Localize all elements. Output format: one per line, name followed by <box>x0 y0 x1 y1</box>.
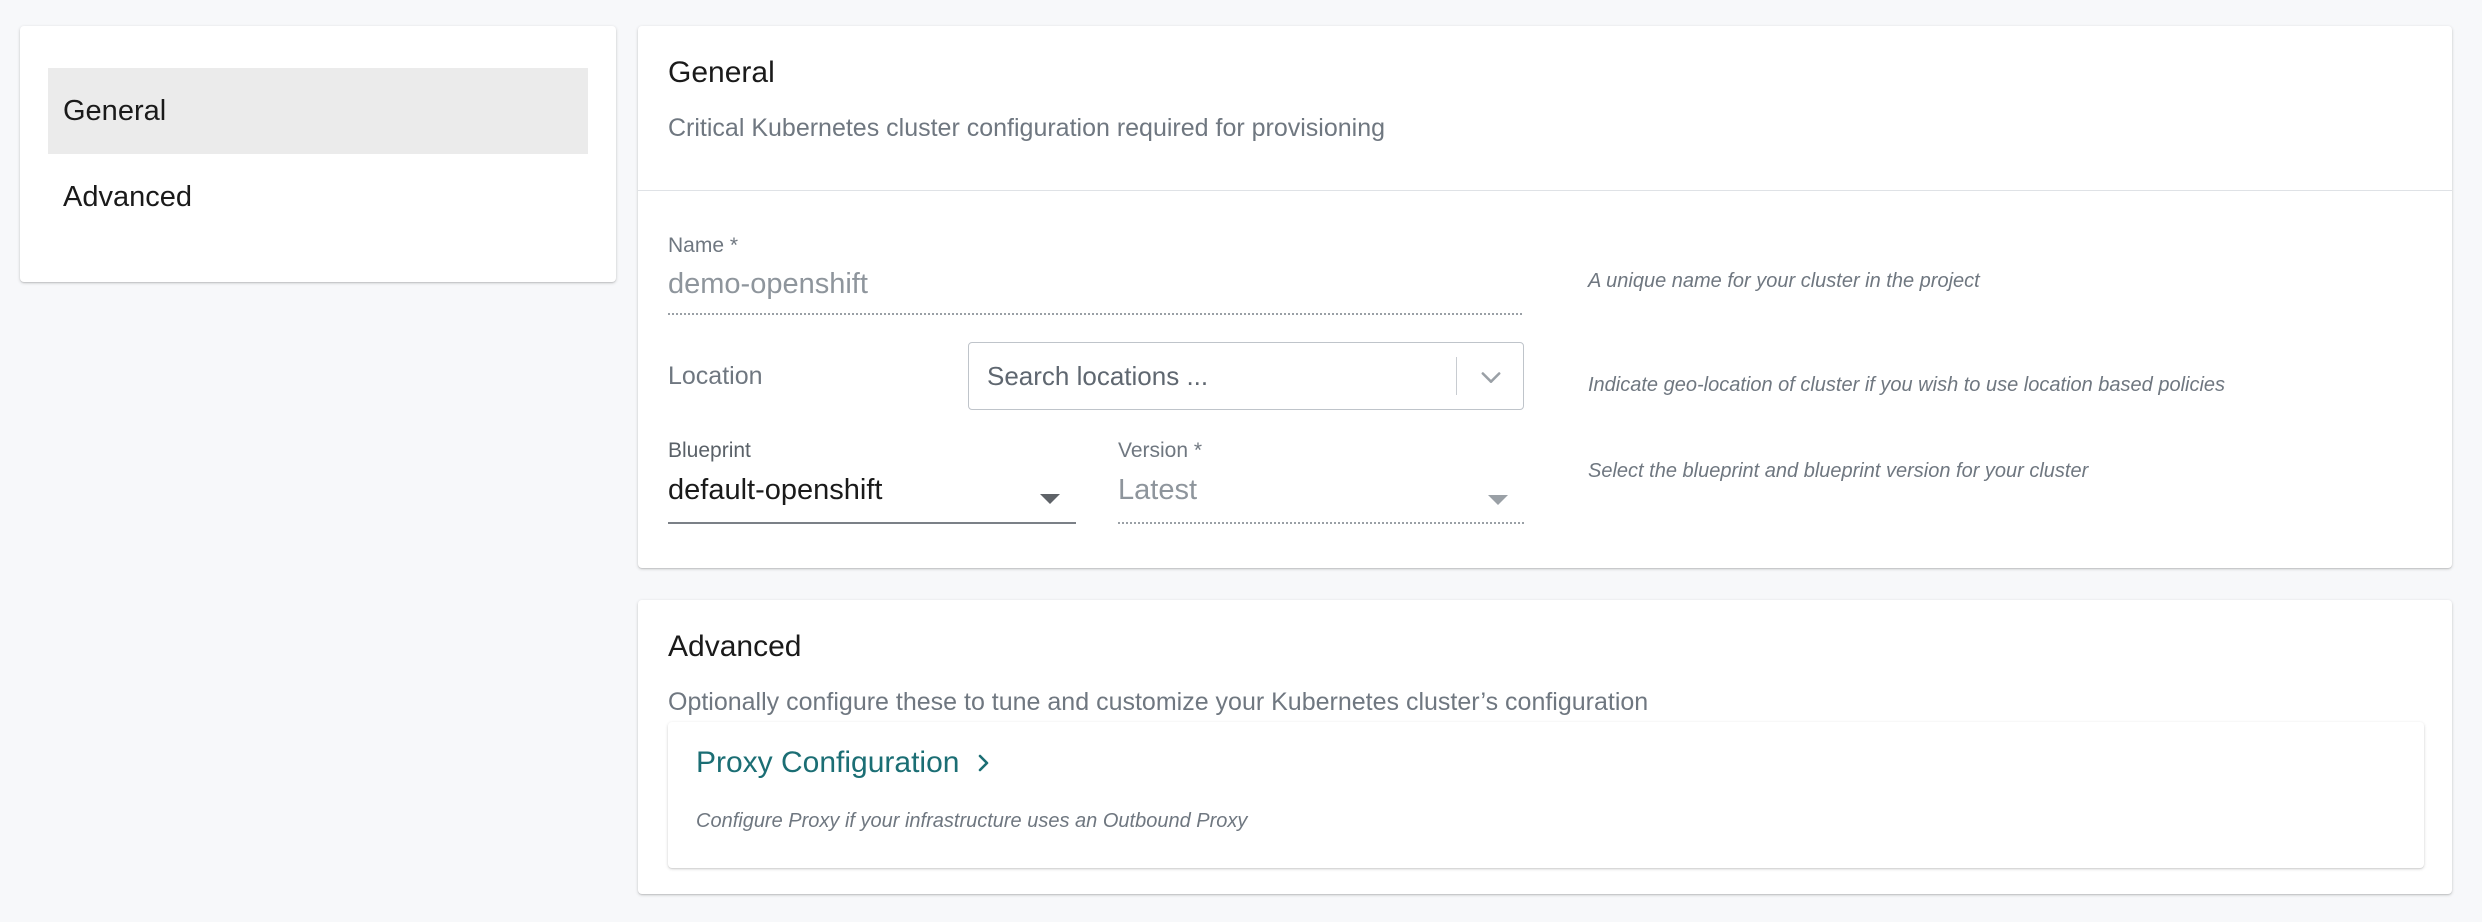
proxy-configuration-label: Proxy Configuration <box>696 746 960 779</box>
location-placeholder: Search locations ... <box>987 361 1209 391</box>
blueprint-value: default-openshift <box>668 474 883 506</box>
general-subtitle: Critical Kubernetes cluster configuratio… <box>668 114 1386 142</box>
advanced-title: Advanced <box>668 630 802 663</box>
proxy-configuration-card: Proxy Configuration Configure Proxy if y… <box>668 722 2424 868</box>
blueprint-hint: Select the blueprint and blueprint versi… <box>1588 460 2089 482</box>
blueprint-select[interactable]: default-openshift <box>668 466 1076 524</box>
name-field[interactable]: demo-openshift <box>668 268 868 301</box>
name-label: Name * <box>668 234 739 257</box>
select-separator <box>1456 357 1457 395</box>
nav-item-general[interactable]: General <box>48 68 588 154</box>
caret-down-icon <box>1488 495 1508 505</box>
nav-item-label: Advanced <box>63 180 192 213</box>
chevron-down-icon[interactable] <box>1477 363 1505 391</box>
section-divider <box>638 190 2452 191</box>
blueprint-label: Blueprint <box>668 439 751 462</box>
proxy-configuration-description: Configure Proxy if your infrastructure u… <box>696 810 1248 832</box>
name-hint: A unique name for your cluster in the pr… <box>1588 270 1980 292</box>
advanced-subtitle: Optionally configure these to tune and c… <box>668 688 1649 716</box>
general-title: General <box>668 56 775 89</box>
location-hint: Indicate geo-location of cluster if you … <box>1588 374 2226 396</box>
chevron-right-icon <box>979 754 989 772</box>
location-search-select[interactable]: Search locations ... <box>968 342 1524 410</box>
caret-down-icon <box>1040 494 1060 504</box>
location-label: Location <box>668 362 763 390</box>
general-section: General Critical Kubernetes cluster conf… <box>638 26 2452 568</box>
version-label: Version * <box>1118 439 1203 462</box>
nav-item-label: General <box>63 94 167 127</box>
proxy-configuration-link[interactable]: Proxy Configuration <box>696 746 995 780</box>
nav-item-advanced[interactable]: Advanced <box>48 154 588 240</box>
advanced-section: Advanced Optionally configure these to t… <box>638 600 2452 894</box>
section-nav: General Advanced <box>20 26 616 282</box>
name-field-underline <box>668 313 1522 315</box>
version-select[interactable]: Latest <box>1118 466 1524 524</box>
version-value: Latest <box>1118 474 1197 506</box>
